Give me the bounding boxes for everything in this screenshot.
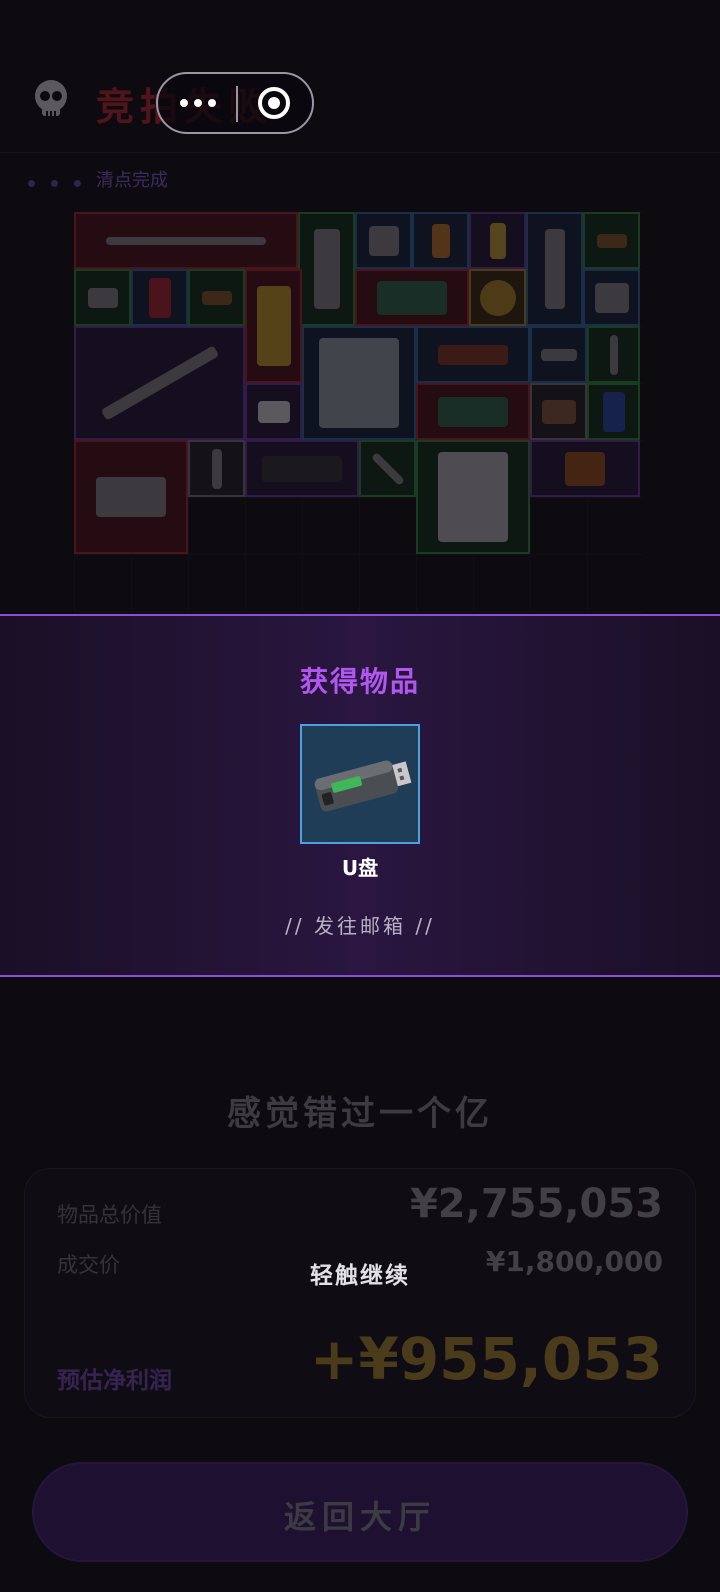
teacup-item: [245, 383, 302, 440]
progress-dots: [28, 172, 97, 191]
statue-item: [526, 212, 583, 326]
status-text: 清点完成: [96, 170, 168, 191]
paint-can-item: [302, 326, 416, 440]
slogan-text: 感觉错过一个亿: [227, 1094, 493, 1134]
tap-to-continue[interactable]: 轻触继续: [0, 1256, 720, 1290]
device-item: [416, 383, 530, 440]
miniprogram-capsule: [156, 72, 314, 134]
box-item: [530, 383, 587, 440]
gold-bar-item: [245, 269, 302, 383]
usb-drive-icon: [314, 760, 412, 812]
spray-can-item: [298, 212, 355, 326]
loot-grid: [74, 212, 644, 612]
total-value-label: 物品总价值: [57, 1203, 162, 1227]
result-header: 竞拍失败 清点完成: [0, 0, 720, 200]
more-icon[interactable]: [180, 92, 224, 114]
small-box-item: [583, 212, 640, 269]
tool-item: [587, 326, 640, 383]
chip-item: [74, 269, 131, 326]
drone-item: [74, 440, 188, 554]
reward-title: 获得物品: [299, 665, 420, 698]
usb-small-item: [530, 326, 587, 383]
cartridge-item: [188, 269, 245, 326]
magazine-item: [416, 440, 530, 554]
capsule-divider: [236, 86, 238, 122]
rifle-item: [74, 212, 298, 269]
reward-panel: 获得物品 U盘 // 发往邮箱 //: [0, 614, 720, 977]
pipe-item: [416, 326, 530, 383]
scissors-item: [188, 440, 245, 497]
summary-card: 物品总价值 ¥2,755,053 成交价 ¥1,800,000 预估净利润 +¥…: [24, 1168, 696, 1418]
pill-bottle-item: [412, 212, 469, 269]
header-divider: [0, 152, 720, 153]
reward-item-slot[interactable]: [300, 724, 420, 844]
back-to-lobby-label: 返回大厅: [283, 1498, 436, 1536]
circuit-board-item: [245, 440, 359, 497]
close-icon[interactable]: [258, 87, 290, 119]
jar-item: [583, 269, 640, 326]
vest-item: [355, 212, 412, 269]
battery-item: [469, 212, 526, 269]
gold-rose-item: [469, 269, 526, 326]
total-value: ¥2,755,053: [409, 1181, 663, 1227]
knife-item: [74, 326, 245, 440]
skull-icon: [35, 80, 67, 116]
send-to-mailbox-link[interactable]: // 发往邮箱 //: [0, 910, 720, 939]
profit-label: 预估净利润: [57, 1368, 172, 1394]
energy-can-item: [587, 383, 640, 440]
back-to-lobby-button[interactable]: 返回大厅: [32, 1462, 688, 1562]
syringe-item: [359, 440, 416, 497]
reward-item-name: U盘: [341, 856, 379, 880]
radio-item: [530, 440, 640, 497]
soda-can-item: [131, 269, 188, 326]
profit-value: +¥955,053: [309, 1325, 663, 1393]
tablet-item: [355, 269, 469, 326]
